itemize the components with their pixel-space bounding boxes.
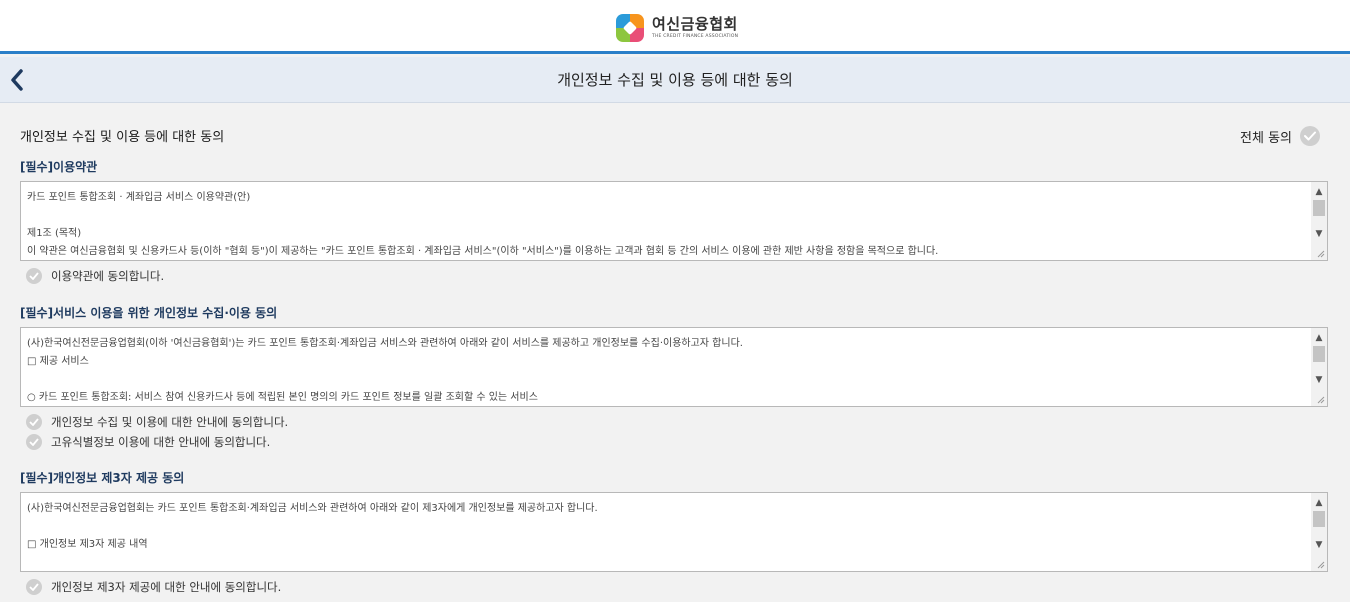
- section-title-privacy: [필수]서비스 이용을 위한 개인정보 수집·이용 동의: [20, 306, 278, 320]
- scrollbar[interactable]: ▲ ▼: [1311, 328, 1327, 406]
- check-circle-icon: [1300, 126, 1320, 146]
- agree-terms-label: 이용약관에 동의합니다.: [51, 269, 165, 283]
- scroll-thumb[interactable]: [1313, 346, 1325, 362]
- page-title: 개인정보 수집 및 이용 등에 대한 동의: [557, 71, 793, 89]
- logo-icon: [616, 14, 644, 42]
- consent-heading: 개인정보 수집 및 이용 등에 대한 동의: [20, 130, 225, 145]
- agree-privacy-label: 개인정보 수집 및 이용에 대한 안내에 동의합니다.: [51, 415, 289, 429]
- scroll-thumb[interactable]: [1313, 511, 1325, 527]
- agree-third-party-label: 개인정보 제3자 제공에 대한 안내에 동의합니다.: [51, 580, 282, 594]
- scroll-down-icon[interactable]: ▼: [1311, 537, 1327, 553]
- title-bar: 개인정보 수집 및 이용 등에 대한 동의: [0, 57, 1350, 103]
- agree-unique-id-label: 고유식별정보 이용에 대한 안내에 동의합니다.: [51, 435, 271, 449]
- scrollbar[interactable]: ▲ ▼: [1311, 182, 1327, 260]
- check-circle-icon: [26, 268, 42, 284]
- scroll-up-icon[interactable]: ▲: [1311, 184, 1327, 200]
- resize-grip-icon[interactable]: [1317, 396, 1325, 404]
- resize-grip-icon[interactable]: [1317, 250, 1325, 258]
- logo[interactable]: 여신금융협회 THE CREDIT FINANCE ASSOCIATION: [616, 13, 738, 43]
- scrollbar[interactable]: ▲ ▼: [1311, 493, 1327, 571]
- agree-privacy-checkbox[interactable]: 개인정보 수집 및 이용에 대한 안내에 동의합니다.: [26, 414, 288, 430]
- agree-unique-id-checkbox[interactable]: 고유식별정보 이용에 대한 안내에 동의합니다.: [26, 434, 270, 450]
- check-circle-icon: [26, 414, 42, 430]
- privacy-text: (사)한국여신전문금융업협회(이하 '여신금융협회')는 카드 포인트 통합조회…: [27, 338, 743, 403]
- third-party-textarea[interactable]: (사)한국여신전문금융업협회는 카드 포인트 통합조회·계좌입금 서비스와 관련…: [20, 492, 1328, 572]
- site-header: 여신금융협회 THE CREDIT FINANCE ASSOCIATION: [0, 0, 1350, 54]
- section-title-third-party: [필수]개인정보 제3자 제공 동의: [20, 471, 185, 485]
- third-party-text: (사)한국여신전문금융업협회는 카드 포인트 통합조회·계좌입금 서비스와 관련…: [27, 503, 598, 550]
- terms-text: 카드 포인트 통합조회 · 계좌입금 서비스 이용약관(안) 제1조 (목적) …: [27, 192, 939, 257]
- logo-name: 여신금융협회: [652, 15, 738, 33]
- section-title-terms: [필수]이용약관: [20, 160, 98, 174]
- scroll-up-icon[interactable]: ▲: [1311, 495, 1327, 511]
- logo-subtitle: THE CREDIT FINANCE ASSOCIATION: [652, 34, 739, 39]
- scroll-up-icon[interactable]: ▲: [1311, 330, 1327, 346]
- check-circle-icon: [26, 434, 42, 450]
- resize-grip-icon[interactable]: [1317, 561, 1325, 569]
- all-agree-label: 전체 동의: [1240, 130, 1292, 146]
- check-circle-icon: [26, 579, 42, 595]
- scroll-thumb[interactable]: [1313, 200, 1325, 216]
- scroll-down-icon[interactable]: ▼: [1311, 372, 1327, 388]
- agree-terms-checkbox[interactable]: 이용약관에 동의합니다.: [26, 268, 164, 284]
- privacy-textarea[interactable]: (사)한국여신전문금융업협회(이하 '여신금융협회')는 카드 포인트 통합조회…: [20, 327, 1328, 407]
- scroll-down-icon[interactable]: ▼: [1311, 226, 1327, 242]
- all-agree-toggle[interactable]: 전체 동의: [1240, 126, 1320, 146]
- agree-third-party-checkbox[interactable]: 개인정보 제3자 제공에 대한 안내에 동의합니다.: [26, 579, 281, 595]
- terms-textarea[interactable]: 카드 포인트 통합조회 · 계좌입금 서비스 이용약관(안) 제1조 (목적) …: [20, 181, 1328, 261]
